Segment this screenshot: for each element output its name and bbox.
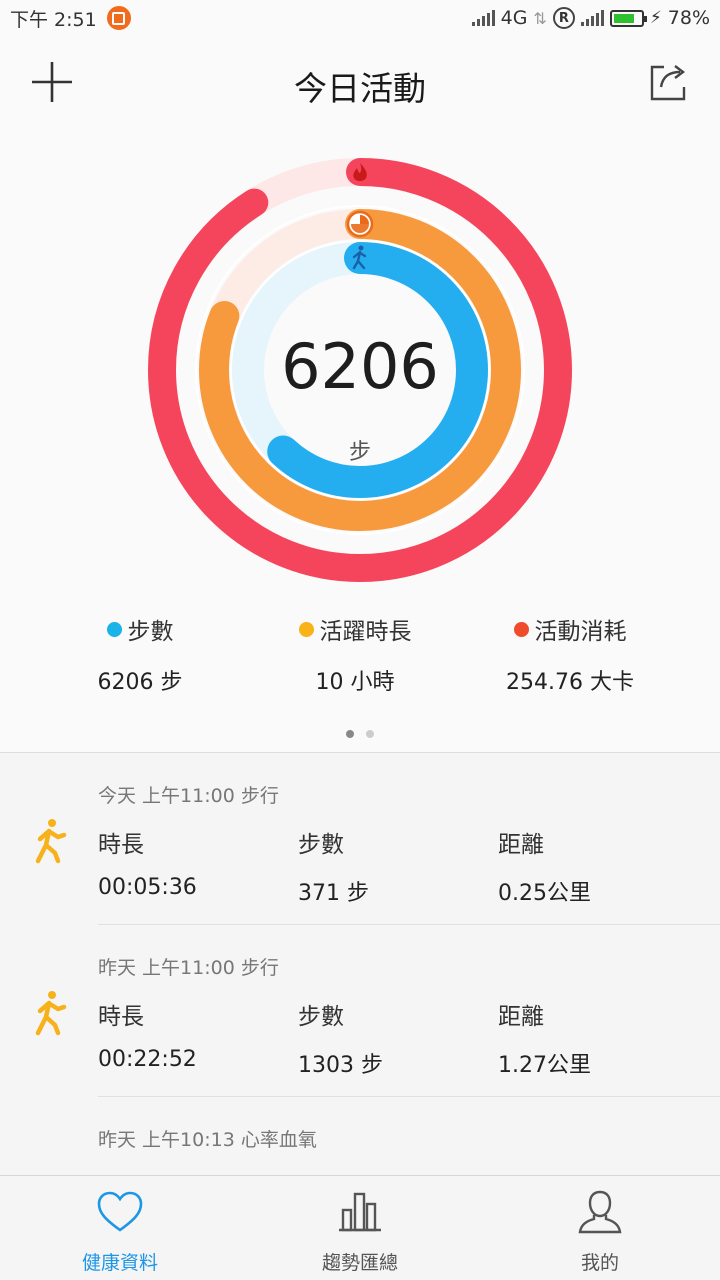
duration-label: 時長	[98, 1004, 144, 1030]
metric-steps: 步數 6206 步	[0, 612, 250, 696]
battery-icon	[609, 9, 647, 27]
network-type: 4G	[500, 7, 528, 29]
bar-chart-icon	[339, 1192, 381, 1232]
tab-label: 健康資料	[81, 1252, 158, 1274]
share-button[interactable]	[644, 58, 692, 106]
metric-label: 步數	[127, 619, 174, 645]
duration-label: 時長	[98, 832, 144, 858]
activity-record-list: 今天 上午11:00 步行 時長 00:05:36 步數 371 步 距離 0.25公…	[0, 753, 720, 1175]
signal-icon-2	[580, 10, 604, 26]
person-icon	[578, 1190, 622, 1234]
metric-value: 10 小時	[315, 670, 395, 695]
metric-label: 活躍時長	[319, 619, 412, 645]
steps-value: 1303 步	[298, 1053, 383, 1078]
page-title: 今日活動	[294, 69, 426, 108]
distance-value: 0.25公里	[498, 881, 591, 906]
duration-value: 00:05:36	[98, 875, 197, 900]
tab-label: 趨勢匯總	[321, 1252, 398, 1274]
app-header: 今日活動	[0, 36, 720, 130]
heart-outline-icon	[97, 1191, 143, 1232]
roaming-icon: R	[552, 7, 575, 29]
walking-icon	[35, 819, 67, 864]
metric-active-time: 活躍時長 10 小時	[250, 612, 460, 696]
tab-label: 我的	[580, 1252, 619, 1274]
battery-percent: 78%	[667, 7, 710, 29]
status-time: 下午 2:51	[10, 8, 97, 31]
activity-summary: 6206 步 步數 6206 步 活躍時長 10 小時 活動消耗 254.76 …	[0, 130, 720, 752]
clock-icon	[346, 210, 374, 238]
steps-label: 步數	[298, 1004, 344, 1030]
bottom-tab-bar: 健康資料 趨勢匯總 我的	[0, 1175, 720, 1280]
metric-calories: 活動消耗 254.76 大卡	[460, 612, 720, 696]
page-dot-active	[346, 730, 354, 738]
charging-icon: ⚡	[649, 8, 662, 28]
record-header: 昨天 上午11:00 步行	[98, 957, 279, 979]
steps-value: 371 步	[298, 881, 369, 906]
share-icon	[650, 65, 686, 101]
notification-app-icon	[106, 6, 131, 30]
steps-count: 6206	[281, 330, 439, 403]
metric-value: 254.76 大卡	[506, 670, 634, 695]
tab-health-data[interactable]: 健康資料	[0, 1176, 240, 1280]
active-time-dot	[298, 621, 314, 637]
duration-value: 00:22:52	[98, 1047, 197, 1072]
activity-rings[interactable]: 6206 步	[148, 158, 572, 582]
tab-trends[interactable]: 趨勢匯總	[240, 1176, 480, 1280]
tab-me[interactable]: 我的	[480, 1176, 720, 1280]
data-arrows-icon: ⇅	[533, 8, 547, 28]
distance-value: 1.27公里	[498, 1053, 591, 1078]
steps-unit: 步	[348, 440, 371, 465]
signal-icon	[471, 10, 495, 26]
metrics-legend: 步數 6206 步 活躍時長 10 小時 活動消耗 254.76 大卡	[0, 612, 720, 696]
page-indicator	[0, 730, 720, 738]
record-item[interactable]: 昨天 上午10:13 心率血氧	[0, 1097, 720, 1175]
record-header: 昨天 上午10:13 心率血氧	[98, 1129, 317, 1151]
distance-label: 距離	[498, 1004, 544, 1030]
steps-label: 步數	[298, 832, 344, 858]
walking-icon	[35, 991, 67, 1036]
record-item[interactable]: 昨天 上午11:00 步行 時長 00:22:52 步數 1303 步 距離 1.27…	[0, 925, 720, 1097]
record-item[interactable]: 今天 上午11:00 步行 時長 00:05:36 步數 371 步 距離 0.25公…	[0, 753, 720, 925]
metric-label: 活動消耗	[534, 619, 627, 645]
status-bar: 下午 2:51 4G ⇅ R ⚡ 78%	[0, 0, 720, 36]
page-dot	[366, 730, 374, 738]
metric-value: 6206 步	[97, 670, 183, 695]
distance-label: 距離	[498, 832, 544, 858]
steps-dot	[106, 621, 122, 637]
calories-dot	[513, 621, 529, 637]
record-header: 今天 上午11:00 步行	[98, 785, 279, 807]
